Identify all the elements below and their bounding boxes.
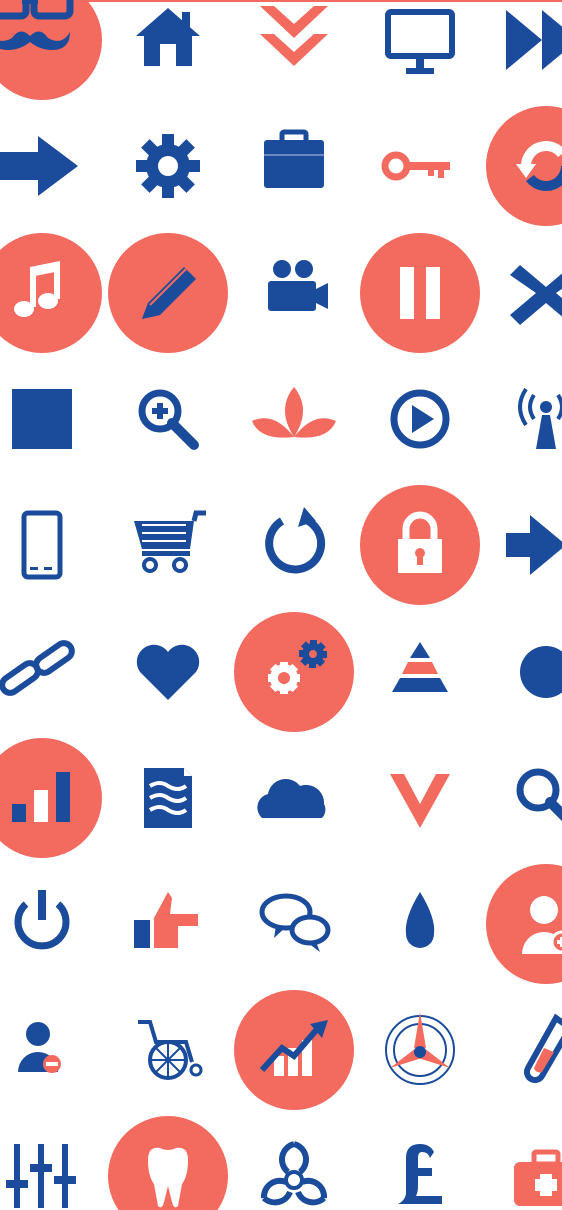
arrow-right-icon: [0, 106, 102, 226]
double-chevron-down-icon: [234, 0, 354, 100]
growth-chart-icon: [234, 990, 354, 1110]
monitor-icon: [360, 0, 480, 100]
equalizer-icon: [0, 1116, 102, 1210]
pause-icon: [360, 233, 480, 353]
arrow-right-icon-2: [486, 485, 562, 605]
bar-chart-icon: [0, 738, 102, 858]
user-remove-icon: [0, 990, 102, 1110]
fast-forward-icon: [486, 0, 562, 100]
padlock-icon: [360, 485, 480, 605]
broadcast-icon: [486, 359, 562, 479]
hipster-mustache-icon: [0, 0, 102, 100]
biohazard-icon: [234, 1116, 354, 1210]
gears-icon: [234, 612, 354, 732]
reload-icon: [234, 485, 354, 605]
video-camera-icon: [234, 233, 354, 353]
chat-bubbles-icon: [234, 864, 354, 984]
tooth-icon: [108, 1116, 228, 1210]
circle-icon: [486, 612, 562, 732]
close-icon: [486, 233, 562, 353]
checkmark-icon: [360, 738, 480, 858]
gear-icon: [108, 106, 228, 226]
link-icon: [0, 612, 102, 732]
first-aid-kit-icon: [486, 1116, 562, 1210]
cloud-icon: [234, 738, 354, 858]
icon-grid: [0, 0, 562, 1210]
zoom-in-icon: [108, 359, 228, 479]
user-add-icon: [486, 864, 562, 984]
refresh-icon: [486, 106, 562, 226]
music-note-icon: [0, 233, 102, 353]
play-icon: [360, 359, 480, 479]
water-drop-icon: [360, 864, 480, 984]
smartphone-icon: [0, 485, 102, 605]
shopping-cart-icon: [108, 485, 228, 605]
stop-icon: [0, 359, 102, 479]
compass-icon: [360, 990, 480, 1110]
lotus-icon: [234, 359, 354, 479]
search-icon: [486, 738, 562, 858]
pyramid-icon: [360, 612, 480, 732]
document-icon: [108, 738, 228, 858]
briefcase-icon: [234, 106, 354, 226]
wheelchair-icon: [108, 990, 228, 1110]
pencil-icon: [108, 233, 228, 353]
test-tube-icon: [486, 990, 562, 1110]
thumbs-up-pointing-icon: [108, 864, 228, 984]
pound-sign-icon: [360, 1116, 480, 1210]
heart-icon: [108, 612, 228, 732]
home-icon: [108, 0, 228, 100]
power-icon: [0, 864, 102, 984]
key-icon: [360, 106, 480, 226]
